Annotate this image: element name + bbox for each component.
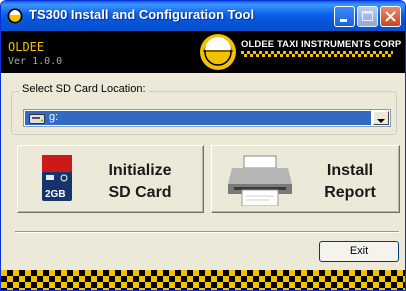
sd-card-icon: 2GB [42, 155, 72, 201]
initialize-sd-card-button[interactable]: 2GB Initialize SD Card [17, 145, 204, 213]
maximize-icon [362, 11, 373, 21]
initialize-button-label: Initialize SD Card [108, 162, 172, 201]
checker-footer [1, 270, 405, 290]
sd-location-select[interactable]: g: [23, 109, 391, 127]
checker-stripe [241, 51, 393, 57]
minimize-button[interactable] [334, 6, 355, 27]
app-logo-icon [7, 8, 23, 24]
maximize-button[interactable] [357, 6, 378, 27]
company-logo-icon [200, 34, 236, 70]
window-title: TS300 Install and Configuration Tool [29, 7, 255, 22]
header-banner: OLDEE Ver 1.0.0 OLDEE TAXI INSTRUMENTS C… [1, 31, 405, 73]
title-bar[interactable]: TS300 Install and Configuration Tool [1, 1, 405, 31]
version-label: Ver 1.0.0 [8, 56, 63, 67]
dropdown-button[interactable] [373, 111, 389, 125]
selected-option: g: [25, 111, 371, 125]
company-name: OLDEE TAXI INSTRUMENTS CORP [241, 39, 402, 50]
printer-icon [228, 155, 292, 206]
brand-name: OLDEE [8, 40, 45, 54]
close-icon [385, 11, 396, 22]
drive-icon [29, 114, 45, 124]
minimize-icon [340, 19, 347, 22]
app-window: TS300 Install and Configuration Tool OLD… [0, 0, 406, 291]
close-button[interactable] [380, 6, 401, 27]
sd-card-capacity: 2GB [45, 189, 66, 200]
chevron-down-icon [377, 119, 385, 123]
selected-drive-text: g: [49, 111, 59, 123]
sd-location-label: Select SD Card Location: [19, 83, 149, 95]
install-report-label: Install Report [324, 162, 376, 201]
separator [15, 231, 399, 233]
exit-button[interactable]: Exit [319, 241, 399, 262]
install-report-button[interactable]: Install Report [211, 145, 400, 213]
